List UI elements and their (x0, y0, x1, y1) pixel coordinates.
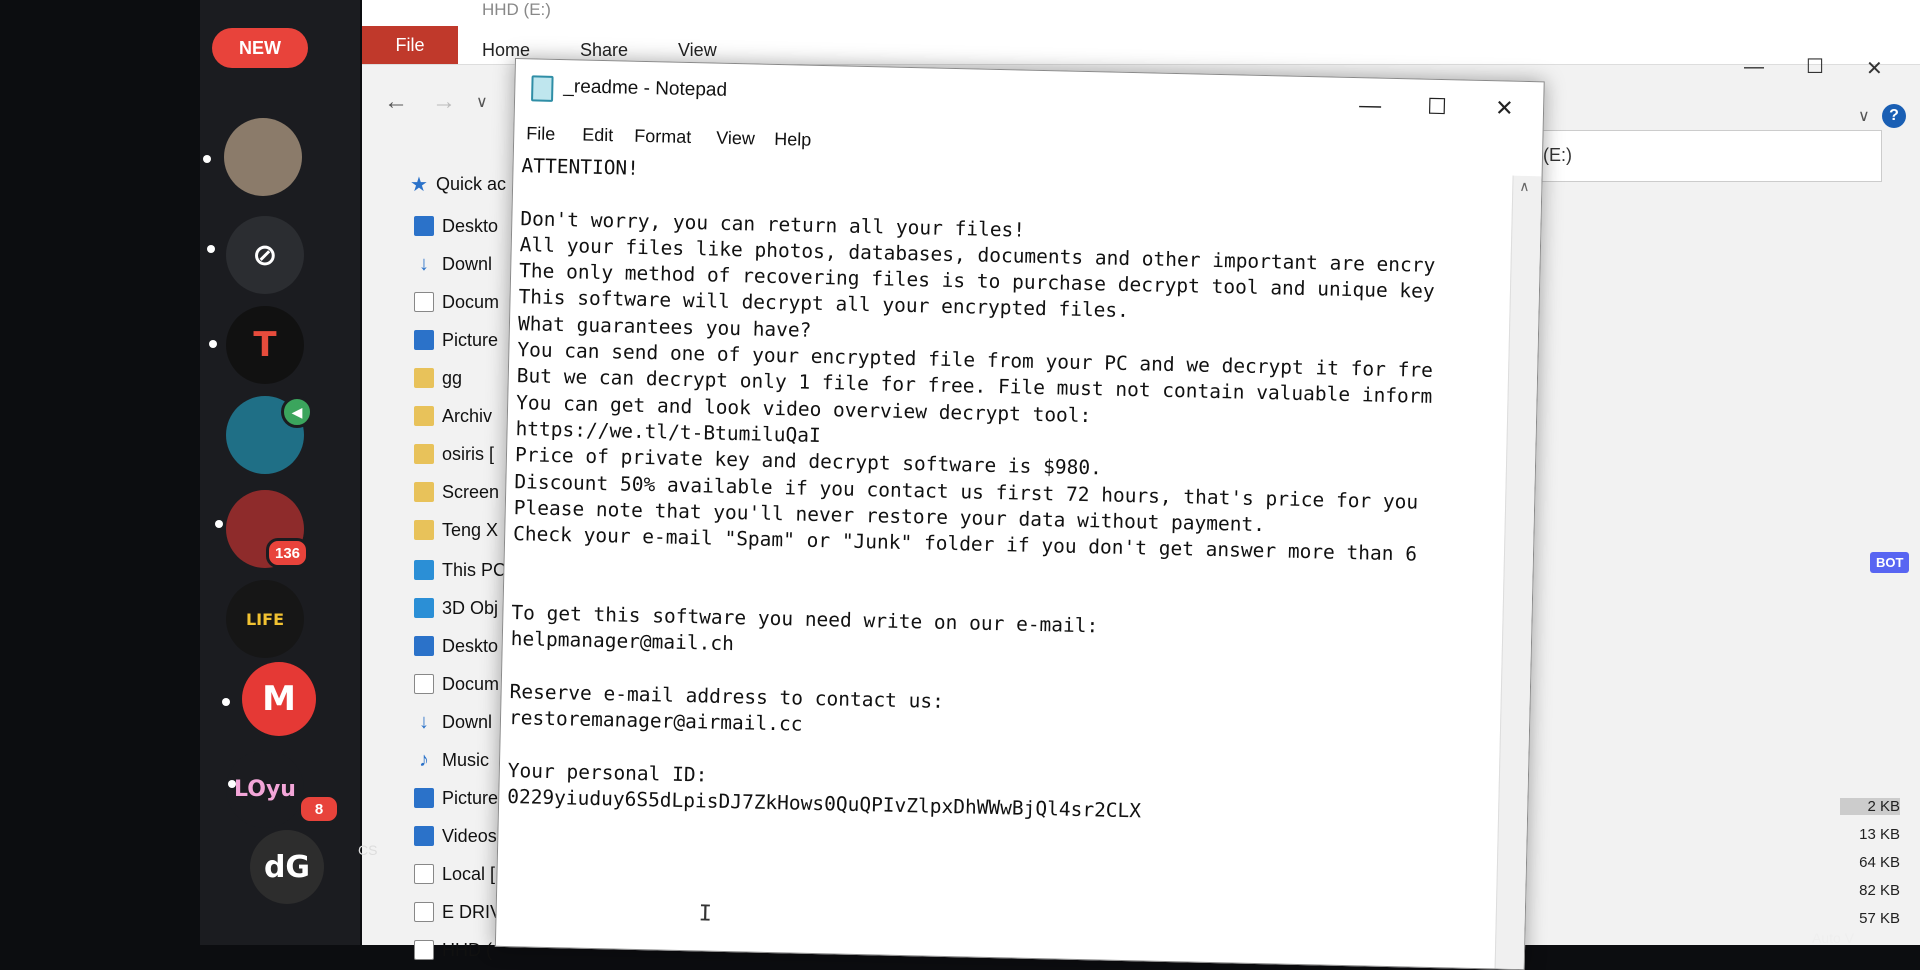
speaker-icon: ◀ (281, 396, 313, 428)
auto-label: Auto V (1812, 930, 1855, 946)
bot-tag: BOT (1870, 552, 1910, 573)
nav-item-label: HHD ( (442, 939, 492, 960)
mention-badge: 136 (266, 538, 310, 568)
nav-item-label: Picture (442, 329, 499, 350)
window-title: HHD (E:) (482, 0, 551, 19)
close-icon[interactable]: ✕ (1495, 95, 1514, 121)
close-icon[interactable]: ✕ (1866, 56, 1883, 81)
nav-item-label: Downl (442, 711, 493, 732)
pc-icon (414, 560, 434, 580)
maximize-icon[interactable]: ☐ (1806, 54, 1824, 79)
star-icon: ★ (410, 173, 428, 196)
unread-dot (228, 780, 236, 788)
file-size: 57 KB (1859, 910, 1900, 927)
picture-icon (414, 788, 434, 808)
picture-icon (414, 330, 434, 350)
help-icon[interactable]: ? (1882, 104, 1906, 128)
nav-item-label: E DRIV (442, 901, 503, 922)
server-icon-6[interactable]: LIFE (226, 580, 304, 658)
ribbon-expand-icon[interactable]: ∨ (1858, 106, 1870, 126)
file-tab[interactable]: File (362, 26, 458, 64)
unread-dot (203, 155, 211, 163)
music-icon: ♪ (419, 749, 429, 771)
ribbon: HHD (E:) File Home Share View (362, 0, 1920, 65)
text-cursor: I (698, 901, 713, 927)
cube-icon (414, 598, 434, 618)
nav-item-label: Deskto (442, 215, 499, 236)
file-size: 64 KB (1859, 854, 1900, 871)
file-size: 2 KB (1840, 798, 1900, 815)
unread-dot (207, 245, 215, 253)
nav-item-label: Teng X (442, 519, 499, 540)
nav-item-label: This PC (442, 559, 507, 580)
notepad-text-area[interactable]: ATTENTION! Don't worry, you can return al… (504, 153, 1512, 968)
minimize-icon[interactable]: — (1359, 92, 1382, 118)
nav-item[interactable]: ↓ Downl (414, 250, 524, 278)
quick-access[interactable]: ★ Quick ac (410, 170, 520, 198)
document-icon (414, 674, 434, 694)
document-icon (414, 292, 434, 312)
tab-view[interactable]: View (678, 40, 717, 61)
nav-item-label: Picture (442, 787, 499, 808)
desktop-icon (414, 636, 434, 656)
server-icon-1[interactable] (224, 118, 302, 196)
folder-icon (414, 482, 434, 502)
folder-icon (414, 406, 434, 426)
drive-icon (414, 902, 434, 922)
server-icon-7[interactable]: M (242, 662, 316, 736)
menu-format[interactable]: Format (634, 126, 691, 148)
tab-share[interactable]: Share (580, 40, 628, 61)
forward-arrow-icon[interactable]: → (432, 88, 456, 116)
nav-item[interactable]: Deskto (414, 212, 524, 240)
new-messages-pill[interactable]: NEW (212, 28, 308, 68)
quick-access-label: Quick ac (435, 173, 506, 194)
scroll-up-icon[interactable]: ∧ (1519, 178, 1530, 195)
file-size: 13 KB (1859, 826, 1900, 843)
video-icon (414, 826, 434, 846)
maximize-icon[interactable]: ☐ (1427, 94, 1447, 120)
nav-item-label: Local [ (442, 863, 496, 884)
download-icon: ↓ (419, 253, 429, 275)
nav-item-label: Downl (442, 253, 493, 274)
notepad-window: _readme - Notepad — ☐ ✕ File Edit Format… (494, 58, 1545, 970)
notepad-icon (531, 75, 554, 102)
drive-icon (414, 940, 434, 960)
unread-dot (209, 340, 217, 348)
cs-label: CS (358, 842, 378, 858)
download-icon: ↓ (419, 711, 429, 733)
nav-item-label: Docum (442, 673, 500, 694)
nav-item-label: Archiv (442, 405, 493, 426)
menu-edit[interactable]: Edit (582, 125, 613, 147)
menu-help[interactable]: Help (774, 129, 811, 151)
server-icon-9[interactable]: dG (250, 830, 324, 904)
nav-item-label: 3D Obj (442, 597, 499, 618)
unread-dot (222, 698, 230, 706)
file-size: 82 KB (1859, 882, 1900, 899)
folder-icon (414, 368, 434, 388)
nav-item-label: osiris [ (442, 443, 495, 464)
address-bar[interactable]: (E:) (1532, 130, 1882, 182)
folder-icon (414, 444, 434, 464)
back-arrow-icon[interactable]: ← (384, 88, 408, 116)
mention-badge: 8 (298, 794, 340, 824)
server-icon-3[interactable]: T (226, 306, 304, 384)
nav-item[interactable]: Docum (414, 288, 524, 316)
nav-item-label: Music (442, 749, 490, 770)
desktop-icon (414, 216, 434, 236)
notepad-title: _readme - Notepad (563, 76, 728, 101)
nav-item-label: Screen (442, 481, 500, 502)
recent-locations-icon[interactable]: ∨ (476, 92, 488, 112)
server-icon-8[interactable]: LOyu (226, 750, 304, 828)
folder-icon (414, 520, 434, 540)
menu-file[interactable]: File (526, 123, 555, 145)
nav-item-label: gg (442, 367, 463, 388)
minimize-icon[interactable]: — (1744, 56, 1764, 79)
unread-dot (215, 520, 223, 528)
nav-item-label: Docum (442, 291, 500, 312)
server-icon-2[interactable]: ⊘ (226, 216, 304, 294)
nav-item-label: Videos (442, 825, 497, 846)
drive-icon (414, 864, 434, 884)
nav-item-label: Deskto (442, 635, 499, 656)
menu-view[interactable]: View (716, 128, 755, 150)
